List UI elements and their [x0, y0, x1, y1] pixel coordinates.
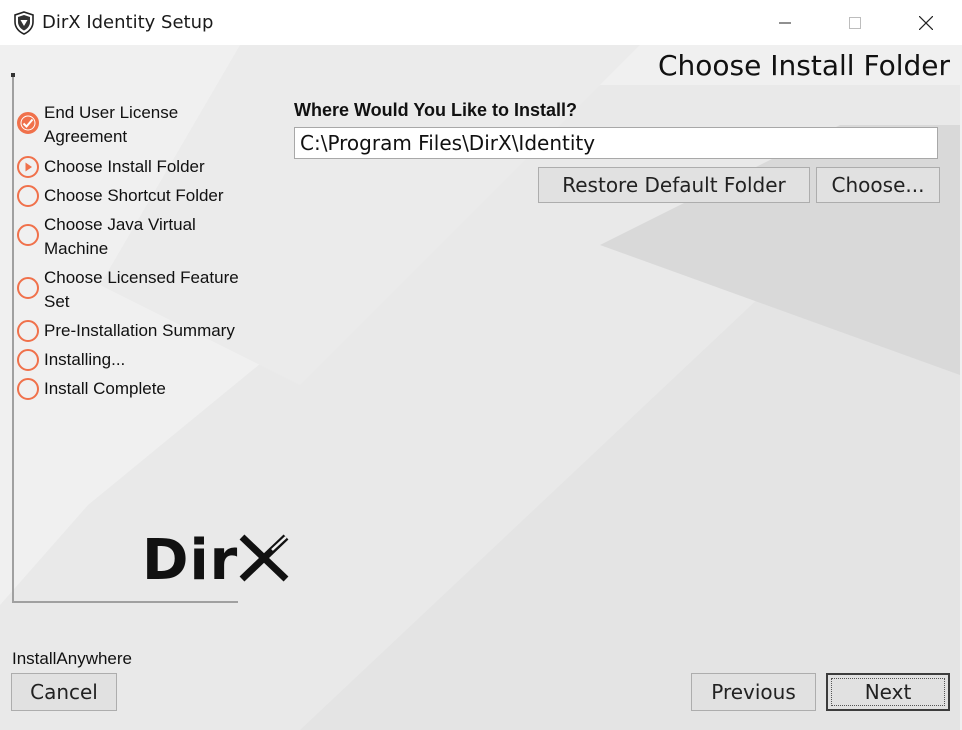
restore-default-folder-button[interactable]: Restore Default Folder	[538, 167, 810, 203]
step-label: Choose Licensed Feature Set	[44, 268, 239, 311]
choose-folder-button[interactable]: Choose...	[816, 167, 940, 203]
page-title: Choose Install Folder	[658, 49, 950, 82]
cancel-button[interactable]: Cancel	[11, 673, 117, 711]
empty-circle-icon	[17, 349, 39, 371]
empty-circle-icon	[17, 224, 39, 246]
empty-circle-icon	[17, 378, 39, 400]
installer-window: DirX Identity Setup Choose Install Folde…	[0, 0, 962, 730]
focus-ring	[831, 678, 945, 706]
install-path-input[interactable]: C:\Program Files\DirX\Identity	[294, 127, 938, 159]
step-label: Pre-Installation Summary	[44, 321, 235, 340]
install-location-label: Where Would You Like to Install?	[294, 100, 578, 120]
step-label: Choose Shortcut Folder	[44, 186, 224, 205]
next-button[interactable]: Next	[826, 673, 950, 711]
step-label: Choose Java Virtual Machine	[44, 215, 196, 258]
step-label: Install Complete	[44, 379, 166, 398]
check-circle-icon	[17, 112, 39, 134]
empty-circle-icon	[17, 185, 39, 207]
title-bar: DirX Identity Setup	[0, 0, 962, 45]
maximize-icon	[849, 16, 861, 29]
window-title: DirX Identity Setup	[42, 12, 214, 33]
minimize-icon	[779, 22, 791, 23]
step-label: Choose Install Folder	[44, 157, 205, 176]
app-shield-icon	[14, 11, 34, 35]
svg-text:Dir: Dir	[142, 529, 238, 585]
empty-circle-icon	[17, 320, 39, 342]
maximize-button[interactable]	[820, 0, 890, 45]
close-icon	[919, 15, 933, 30]
dirx-logo: Dir	[142, 529, 289, 585]
minimize-button[interactable]	[750, 0, 820, 45]
empty-circle-icon	[17, 277, 39, 299]
installanywhere-label: InstallAnywhere	[12, 649, 133, 668]
previous-button[interactable]: Previous	[691, 673, 816, 711]
step-label: End User License Agreement	[44, 103, 179, 146]
step-label: Installing...	[44, 350, 126, 369]
content-area: Choose Install Folder End User License A…	[0, 45, 962, 730]
close-button[interactable]	[891, 0, 961, 45]
arrow-circle-icon	[17, 156, 39, 178]
